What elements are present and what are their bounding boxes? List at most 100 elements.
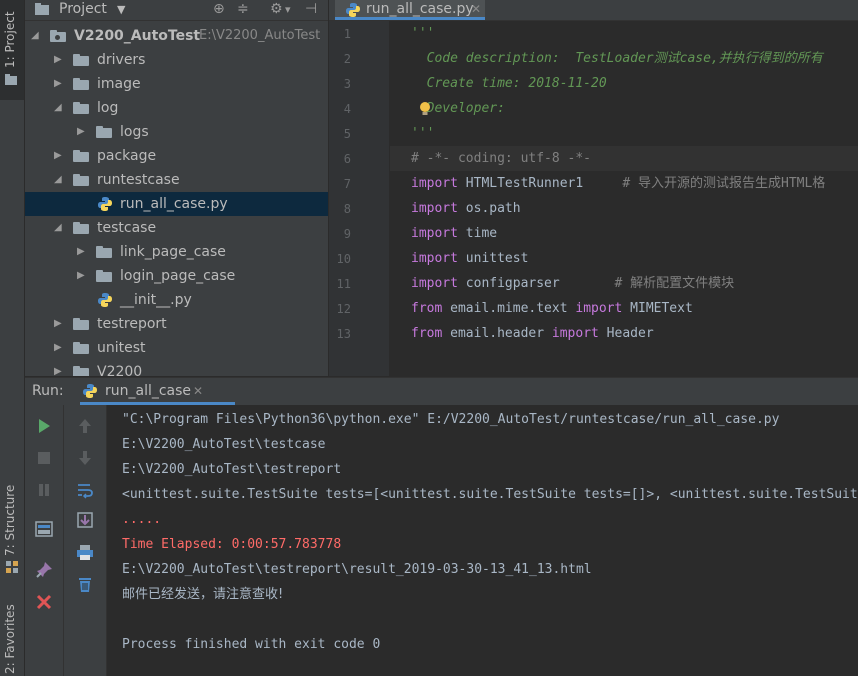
locate-icon[interactable]: ⊕ (213, 1, 225, 17)
collapse-all-icon[interactable]: ≑ (237, 1, 249, 17)
tree-row-drivers[interactable]: ▶ drivers (25, 48, 328, 72)
tree-row-logs[interactable]: ▶ logs (25, 120, 328, 144)
folder-icon (50, 30, 66, 42)
lightbulb-icon[interactable] (418, 101, 432, 117)
code-line: ''' (411, 126, 435, 141)
line-number: 3 (343, 77, 351, 91)
tree-row-testreport[interactable]: ▶ testreport (25, 312, 328, 336)
code-line: Code description: TestLoader测试case,并执行得到… (411, 51, 823, 66)
hide-panel-icon[interactable]: ⊣ (305, 1, 317, 17)
close-icon[interactable]: ✕ (471, 2, 481, 16)
soft-wrap-icon[interactable] (76, 481, 94, 499)
tree-row-testcase[interactable]: ◢ testcase (25, 216, 328, 240)
collapsed-arrow-icon[interactable]: ▶ (54, 72, 62, 96)
expanded-arrow-icon[interactable]: ◢ (31, 24, 39, 48)
code-line: import time (411, 226, 498, 241)
tree-row-login-page-case[interactable]: ▶ login_page_case (25, 264, 328, 288)
collapsed-arrow-icon[interactable]: ▶ (54, 312, 62, 336)
tree-row-package[interactable]: ▶ package (25, 144, 328, 168)
trash-icon[interactable] (76, 575, 94, 593)
tree-label: logs (120, 124, 149, 140)
close-run-icon[interactable] (35, 593, 53, 611)
python-file-icon (98, 197, 112, 211)
editor-tab-run-all-case[interactable]: run_all_case.py ✕ (335, 0, 485, 20)
code-editor[interactable]: ''' Code description: TestLoader测试case,并… (390, 21, 858, 376)
expanded-arrow-icon[interactable]: ◢ (54, 216, 62, 240)
project-tool-tab-label: 1: Project (3, 11, 17, 68)
tree-row-runtestcase[interactable]: ◢ runtestcase (25, 168, 328, 192)
line-number: 6 (343, 152, 351, 166)
left-tool-strip: 1: Project 7: Structure 2: Favorites (0, 0, 25, 676)
run-label: Run: (32, 383, 64, 399)
code-line: import HTMLTestRunner1 # 导入开源的测试报告生成HTML… (411, 176, 826, 191)
collapsed-arrow-icon[interactable]: ▶ (77, 240, 85, 264)
code-line: import configparser # 解析配置文件模块 (411, 276, 735, 291)
line-number: 12 (336, 302, 351, 316)
favorites-tool-tab[interactable]: 2: Favorites (0, 600, 24, 676)
expanded-arrow-icon[interactable]: ◢ (54, 96, 62, 120)
tree-label: testreport (97, 316, 167, 332)
python-file-icon (98, 293, 112, 307)
folder-icon (73, 222, 89, 234)
console-line: E:\V2200_AutoTest\testcase (122, 437, 326, 452)
tree-row-unitest[interactable]: ▶ unitest (25, 336, 328, 360)
collapsed-arrow-icon[interactable]: ▶ (54, 336, 62, 360)
tree-row-link-page-case[interactable]: ▶ link_page_case (25, 240, 328, 264)
collapsed-arrow-icon[interactable]: ▶ (77, 264, 85, 288)
line-number: 2 (343, 52, 351, 66)
folder-icon (73, 342, 89, 354)
code-line: from email.mime.text import MIMEText (411, 301, 693, 316)
gear-icon[interactable]: ⚙ (270, 1, 283, 17)
console-line: Process finished with exit code 0 (122, 637, 381, 652)
project-folder-icon (5, 74, 19, 86)
print-icon[interactable] (76, 543, 94, 561)
run-console[interactable]: "C:\Program Files\Python36\python.exe" E… (107, 405, 858, 676)
console-line: 邮件已经发送，请注意查收! (122, 587, 284, 602)
folder-icon (96, 126, 112, 138)
project-panel-title: Project (59, 1, 107, 17)
code-line: # -*- coding: utf-8 -*- (411, 151, 592, 166)
up-arrow-icon[interactable] (76, 417, 94, 435)
tree-label: run_all_case.py (120, 196, 228, 212)
pause-icon[interactable] (35, 481, 53, 499)
layout-icon[interactable] (35, 520, 53, 538)
folder-icon (73, 318, 89, 330)
editor-gutter: 1 2 3 4 5 6 7 8 9 10 11 12 13 (329, 21, 403, 376)
collapsed-arrow-icon[interactable]: ▶ (77, 120, 85, 144)
code-line: Create time: 2018-11-20 (411, 76, 607, 91)
run-tab-label: run_all_case (105, 383, 192, 399)
rerun-icon[interactable] (35, 417, 53, 435)
tree-row-image[interactable]: ▶ image (25, 72, 328, 96)
tree-row-run-all-case-file[interactable]: run_all_case.py (25, 192, 328, 216)
project-view-icon (35, 3, 49, 15)
tree-row-v2200[interactable]: ▶ V2200 (25, 360, 328, 376)
view-dropdown-icon[interactable]: ▼ (117, 3, 125, 16)
folder-icon (73, 366, 89, 376)
tree-row-init-file[interactable]: __init__.py (25, 288, 328, 312)
console-line: "C:\Program Files\Python36\python.exe" E… (122, 412, 780, 427)
tree-row-log[interactable]: ◢ log (25, 96, 328, 120)
tree-row-root[interactable]: ◢ V2200_AutoTest E:\V2200_AutoTest (25, 24, 328, 48)
run-toolbar-primary (25, 405, 64, 676)
run-tab-run-all-case[interactable]: run_all_case ✕ (80, 378, 235, 405)
structure-tool-tab-label: 7: Structure (3, 484, 17, 556)
collapsed-arrow-icon[interactable]: ▶ (54, 144, 62, 168)
scroll-to-end-icon[interactable] (76, 511, 94, 529)
root-folder-name: V2200_AutoTest (74, 28, 201, 44)
tree-label: runtestcase (97, 172, 180, 188)
close-icon[interactable]: ✕ (193, 384, 203, 398)
console-line-error: ..... (122, 512, 162, 527)
collapsed-arrow-icon[interactable]: ▶ (54, 360, 62, 376)
down-arrow-icon[interactable] (76, 449, 94, 467)
expanded-arrow-icon[interactable]: ◢ (54, 168, 62, 192)
code-line: import os.path (411, 201, 521, 216)
run-toolbar-secondary (64, 405, 107, 676)
gear-dropdown-icon[interactable]: ▾ (285, 3, 291, 16)
console-line: E:\V2200_AutoTest\testreport\result_2019… (122, 562, 592, 577)
stop-icon[interactable] (35, 449, 53, 467)
line-number: 1 (343, 27, 351, 41)
tree-label: log (97, 100, 119, 116)
collapsed-arrow-icon[interactable]: ▶ (54, 48, 62, 72)
pin-icon[interactable] (35, 561, 53, 579)
tree-label: login_page_case (120, 268, 236, 284)
